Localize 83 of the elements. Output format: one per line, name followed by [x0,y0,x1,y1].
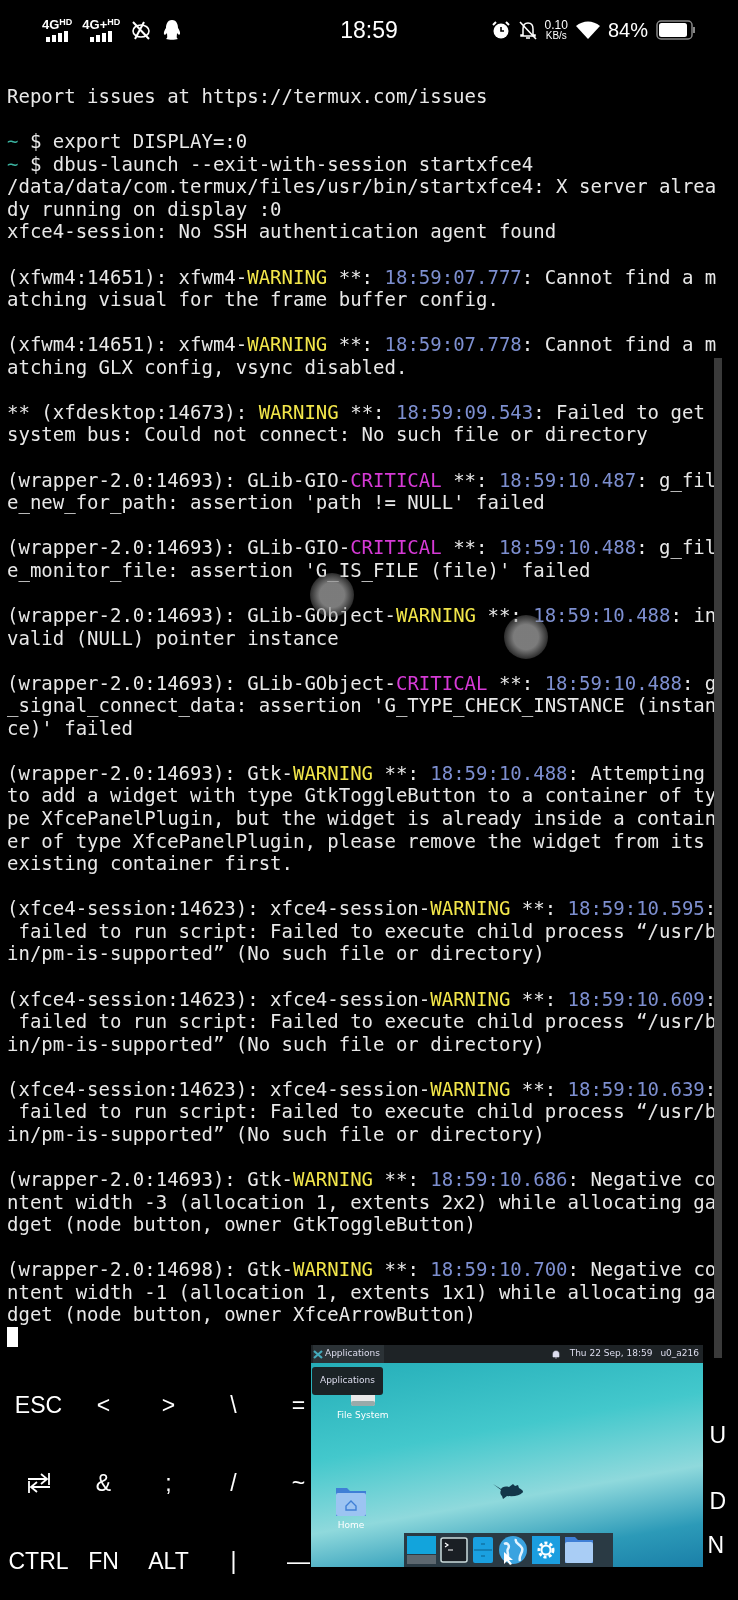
terminal-line: Report issues at https://termux.com/issues [7,85,488,108]
extra-key[interactable]: ; [164,1461,173,1505]
terminal-line: (wrapper-2.0:14693): GLib-GObject-CRITICAL **: 18:59:10.488: g [7,671,717,695]
applications-menu[interactable]: Applications [313,1345,384,1363]
terminal-line: in/pm-is-supported” (No such file or directory) [7,1032,545,1056]
terminal-line: valid (NULL) pointer instance [7,626,339,650]
penguin-icon [162,19,183,41]
extra-key[interactable]: | [229,1539,238,1583]
extra-key[interactable]: \ [229,1383,238,1427]
crossed-circle-icon [130,20,153,40]
terminal-line: failed to run script: Failed to execute child process “/usr/b [17,1100,717,1123]
extra-key[interactable]: — [286,1539,311,1583]
terminal-line: er of type XfcePanelPlugin, please remove the widget from its [7,829,705,853]
workspace-switcher-icon[interactable] [407,1536,436,1564]
network-speed: 0.10 [544,19,568,31]
extra-key[interactable]: CTRL [7,1539,70,1583]
key-label-fragment: N [707,1531,724,1560]
terminal-line: (wrapper-2.0:14693): GLib-GIO-CRITICAL **: 18:59:10.487: g_fil [7,468,717,492]
tooltip: Applications [312,1367,383,1395]
alarm-clock-icon [490,20,511,40]
terminal-line: pe XfcePanelPlugin, but the widget is already inside a contain [7,807,717,830]
network-type: 4G+ [82,18,108,31]
extra-key[interactable]: ESC [13,1383,64,1427]
xfce-logo-icon [313,1349,323,1359]
terminal-line: atching visual for the frame buffer config. [7,288,499,311]
terminal-line: _signal_connect_data: assertion 'G_TYPE_CHECK_INSTANCE (instan [7,694,717,717]
terminal-line: dget (node button, owner XfceArrowButton) [7,1303,476,1326]
terminal-line: to add a widget with type GtkToggleButton to a container of ty [7,784,717,807]
terminal-line: (xfwm4:14651): xfwm4-WARNING **: 18:59:07.778: Cannot find a m [7,333,717,356]
key-label-fragment: D [709,1487,726,1516]
file-cabinet-icon[interactable] [472,1536,494,1564]
terminal-line: e_new_for_path: assertion 'path != NULL' failed [7,491,545,514]
home-folder-icon [335,1485,367,1517]
extra-key[interactable]: & [94,1461,113,1505]
terminal-line: system bus: Could not connect: No such file or directory [7,423,648,446]
extra-key[interactable]: ALT [147,1539,190,1583]
mouse-icon [493,1482,525,1500]
terminal-line: (wrapper-2.0:14693): Gtk-WARNING **: 18:59:10.488: Attempting [7,761,705,785]
panel-user: u0_a216 [660,1347,699,1361]
extra-key[interactable]: < [95,1383,112,1427]
extra-key[interactable]: > [160,1383,177,1427]
terminal-line: xfce4-session: No SSH authentication agent found [7,220,557,243]
terminal-line: (xfce4-session:14623): xfce4-session-WARNING **: 18:59:10.609: [7,987,717,1011]
clock: 18:59 [340,15,398,45]
signal-icon [46,31,69,42]
terminal-line: dget (node button, owner GtkToggleButton) [7,1213,476,1236]
terminal-line: ~ $ dbus-launch --exit-with-session startxfce4 [7,152,534,176]
terminal-line: (wrapper-2.0:14693): GLib-GIO-CRITICAL **: 18:59:10.488: g_fil [7,536,717,559]
battery-icon [656,20,696,40]
bell-icon [551,1349,560,1359]
terminal-line: (xfwm4:14651): xfwm4-WARNING **: 18:59:07.777: Cannot find a m [7,265,717,289]
terminal-line: existing container first. [7,852,293,875]
terminal-line: failed to run script: Failed to execute child process “/usr/b [17,919,717,943]
extra-key[interactable]: FN [87,1539,120,1583]
terminal-line: failed to run script: Failed to execute child process “/usr/b [17,1010,717,1033]
terminal-line: ce)' failed [7,716,133,740]
terminal-icon[interactable] [440,1537,468,1563]
terminal-line: e_monitor_file: assertion 'G_IS_FILE (file)' failed [7,558,591,582]
speed-unit: KB/s [545,31,567,41]
terminal-line: (xfce4-session:14623): xfce4-session-WARNING **: 18:59:10.595: [7,897,717,920]
bell-off-icon [518,20,537,40]
network-quality: HD [107,18,121,27]
battery-percentage: 84% [607,18,648,43]
terminal-line: /data/data/com.termux/files/usr/bin/startxfce4: X server alrea [7,175,717,198]
network-type: 4G [42,18,60,31]
extra-key[interactable]: ~ [290,1461,307,1505]
terminal-line: (wrapper-2.0:14693): GLib-GObject-WARNING **: 18:59:10.488: in [7,603,717,627]
terminal-line: in/pm-is-supported” (No such file or directory) [7,942,545,965]
terminal-line: in/pm-is-supported” (No such file or directory) [7,1122,545,1146]
terminal-line: atching GLX config, vsync disabled. [7,355,408,379]
folder-icon[interactable] [564,1536,594,1564]
terminal-line: ~ $ export DISPLAY=:0 [7,130,248,153]
tab-arrows-icon [26,1472,51,1494]
terminal-line: (xfce4-session:14623): xfce4-session-WARNING **: 18:59:10.639: [7,1077,717,1101]
terminal-line: ** (xfdesktop:14673): WARNING **: 18:59:09.543: Failed to get [7,400,705,424]
network-quality: HD [59,18,73,27]
extra-key[interactable]: = [290,1383,307,1427]
wifi-icon [575,21,600,39]
key-label-fragment: U [709,1421,726,1450]
panel-clock: Thu 22 Sep, 18:59 [569,1347,653,1361]
terminal-line: dy running on display :0 [7,197,282,221]
extra-key[interactable]: / [229,1461,238,1505]
signal-icon [90,31,113,42]
